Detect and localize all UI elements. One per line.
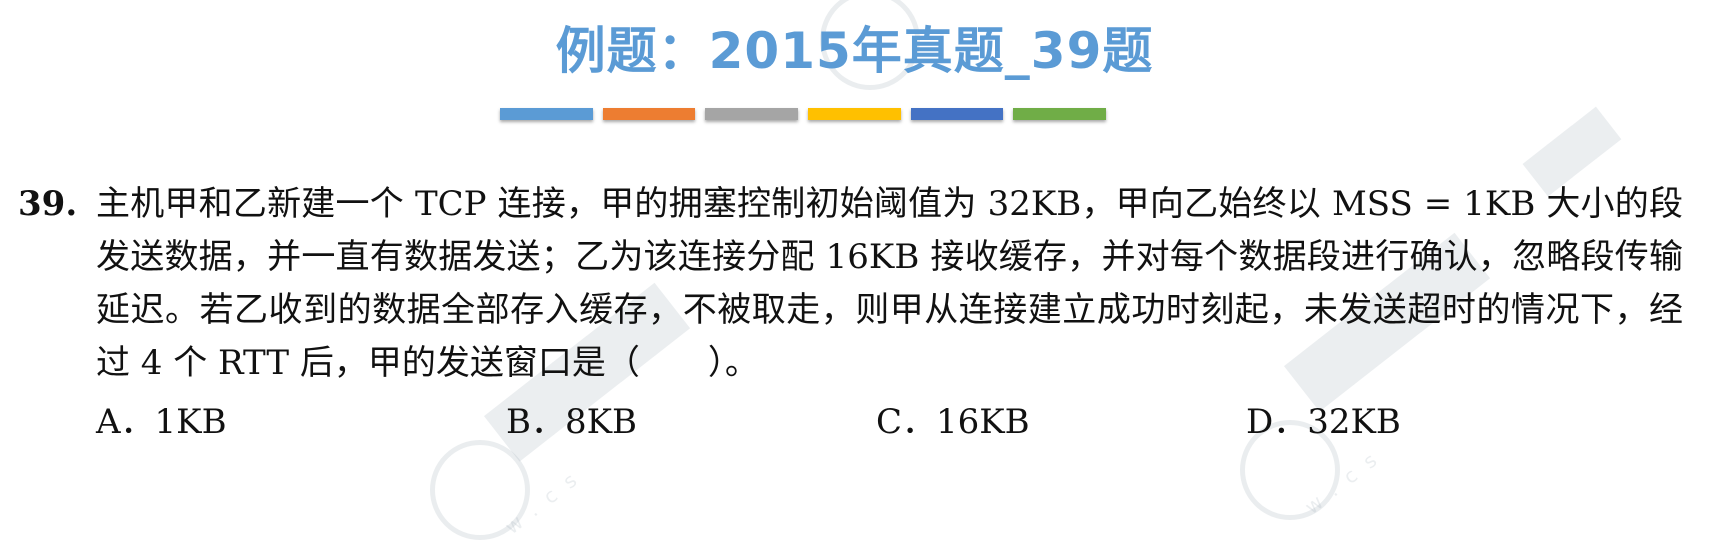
color-bar-segment	[1013, 108, 1107, 120]
color-bar-segment	[500, 108, 593, 120]
page-title: 例题：2015年真题_39题	[555, 22, 1154, 80]
title-color-bar	[500, 108, 1107, 120]
option-c[interactable]: C．16KB	[876, 396, 1030, 449]
color-bar-segment	[910, 108, 1004, 120]
question-block: 39. 主机甲和乙新建一个 TCP 连接，甲的拥塞控制初始阈值为 32KB，甲向…	[18, 178, 1683, 390]
option-d[interactable]: D．32KB	[1246, 396, 1401, 449]
option-a[interactable]: A．1KB	[96, 396, 227, 449]
question-text: 主机甲和乙新建一个 TCP 连接，甲的拥塞控制初始阈值为 32KB，甲向乙始终以…	[96, 184, 1683, 383]
color-bar-segment	[705, 108, 799, 120]
color-bar-segment	[808, 108, 901, 120]
option-b[interactable]: B．8KB	[506, 396, 637, 449]
color-bar-segment	[602, 108, 696, 120]
question-number: 39.	[18, 184, 78, 224]
